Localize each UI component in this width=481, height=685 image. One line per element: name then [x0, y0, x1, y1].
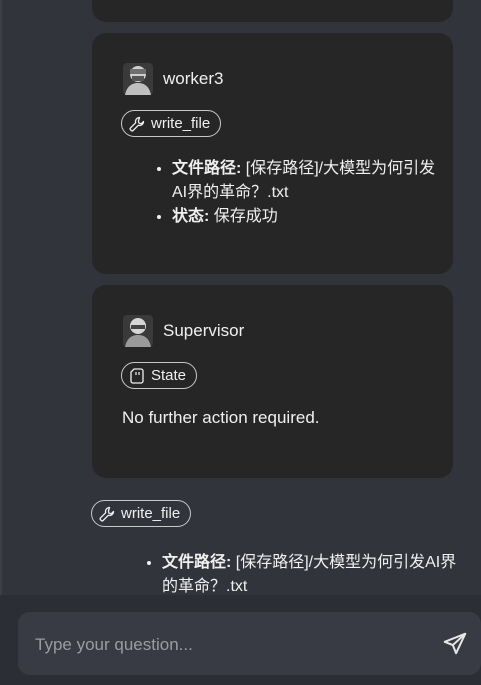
agent-name: Supervisor — [163, 321, 245, 340]
message-text: No further action required. — [122, 408, 320, 427]
message-card-supervisor: Supervisor State No further action requi… — [92, 285, 453, 478]
tool-details-list: 文件路径: [保存路径]/大模型为何引发AI界的革命？.txt 状态: 保存成功 — [150, 157, 442, 229]
tool-chip-state[interactable]: State — [121, 362, 198, 389]
list-item: 状态: 保存成功 — [172, 205, 442, 229]
list-item: 文件路径: [保存路径]/大模型为何引发AI界的革命？.txt — [162, 551, 462, 595]
agent-header: worker3 — [122, 63, 223, 95]
tool-label: write_file — [151, 115, 211, 132]
worker-avatar-icon — [122, 63, 154, 95]
tool-label: write_file — [121, 505, 181, 522]
tool-chip-write-file[interactable]: write_file — [91, 500, 192, 527]
tool-details-list: 文件路径: [保存路径]/大模型为何引发AI界的革命？.txt — [140, 551, 462, 595]
agent-name: worker3 — [163, 69, 224, 88]
tool-label: State — [151, 367, 187, 384]
input-area — [0, 595, 481, 685]
sd-card-icon — [128, 367, 146, 385]
wrench-icon — [128, 115, 146, 133]
message-card-worker3: worker3 write_file 文件路径: [保存路径]/大模型为何引发A… — [92, 33, 453, 274]
supervisor-avatar-icon — [122, 315, 154, 347]
question-input-box — [18, 612, 481, 677]
question-input[interactable] — [33, 612, 417, 677]
list-item: 文件路径: [保存路径]/大模型为何引发AI界的革命？.txt — [172, 157, 442, 205]
tool-chip-write-file[interactable]: write_file — [121, 110, 222, 137]
send-icon[interactable] — [440, 629, 470, 659]
previous-message-card — [92, 0, 453, 22]
agent-header: Supervisor — [122, 315, 244, 347]
chat-panel: worker3 write_file 文件路径: [保存路径]/大模型为何引发A… — [0, 0, 481, 595]
wrench-icon — [98, 505, 116, 523]
